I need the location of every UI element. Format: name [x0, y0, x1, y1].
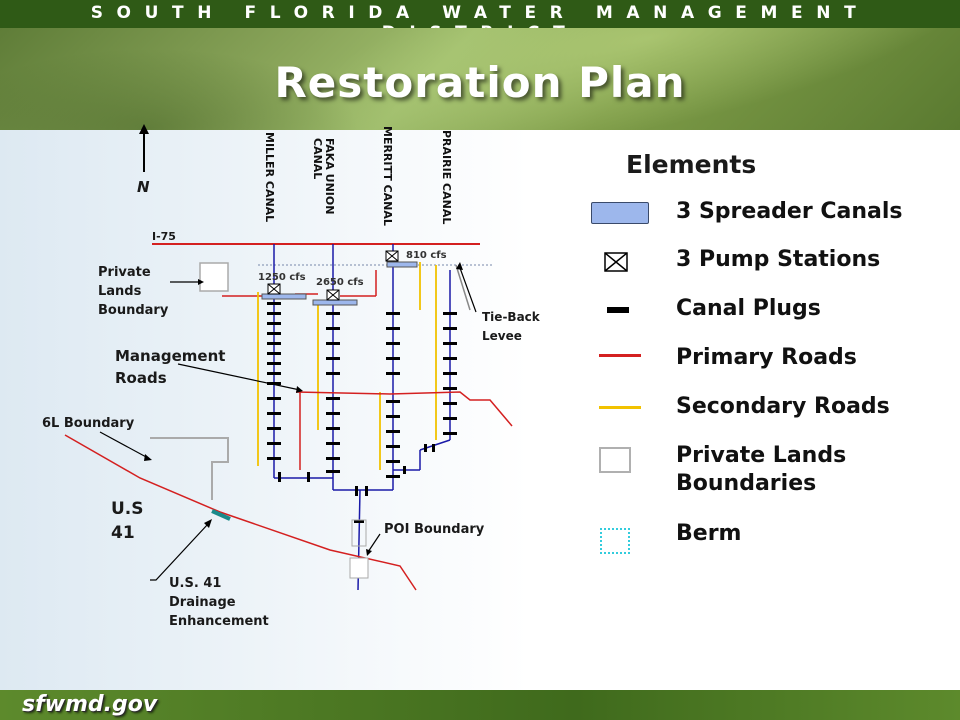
canal-name-miller: MILLER CANAL: [263, 132, 276, 222]
spreader-canal: [261, 293, 307, 300]
north-label: N: [137, 178, 150, 196]
secondary-roads: [257, 262, 437, 470]
us41-drainage-label: U.S. 41 Drainage Enhancement: [169, 576, 269, 629]
spreader-canal: [312, 299, 358, 306]
canal-name-merritt: MERRITT CANAL: [381, 126, 394, 226]
pointer-arrowheads: [144, 262, 463, 556]
canal-plug-bar: [607, 307, 629, 313]
spreader-canal: [386, 261, 418, 268]
6l-boundary-label: 6L Boundary: [42, 416, 135, 431]
secondary-road-line: [599, 406, 641, 409]
tie-back-levee-label: Tie-Back Levee: [482, 310, 540, 343]
legend-label-private-lands: Private Lands Boundaries: [676, 443, 847, 496]
legend-label-secondary-roads: Secondary Roads: [676, 394, 890, 419]
legend-label-berm: Berm: [676, 521, 742, 546]
us41-label: U.S 41: [111, 499, 144, 543]
canal-name-prairie: PRAIRIE CANAL: [440, 130, 453, 224]
berm-dotted-box: [600, 528, 630, 554]
top-banner-bar: SOUTH FLORIDA WATER MANAGEMENT DISTRICT: [0, 0, 960, 43]
legend-title: Elements: [626, 150, 757, 179]
spreader-canal-swatch: [591, 202, 649, 224]
page-title: Restoration Plan: [274, 58, 686, 107]
i75-label: I-75: [152, 230, 176, 243]
legend-label-pump-stations: 3 Pump Stations: [676, 247, 881, 272]
sfwmd-logo[interactable]: sfwmd.gov: [22, 692, 157, 717]
legend-label-spreader-canals: 3 Spreader Canals: [676, 199, 903, 224]
flow-label-faka-union: 2650 cfs: [316, 277, 364, 288]
private-lands-box: [199, 262, 229, 292]
legend-label-primary-roads: Primary Roads: [676, 345, 857, 370]
poi-boundary-label: POI Boundary: [384, 522, 485, 537]
private-lands-label: Private Lands Boundary: [98, 265, 169, 318]
primary-road-line: [599, 354, 641, 357]
canal-name-faka-union: FAKA UNIONCANAL: [311, 138, 336, 214]
flow-label-miller: 1250 cfs: [258, 272, 306, 283]
management-roads-label: Management Roads: [115, 347, 226, 387]
restoration-map: 1250 cfs 2650 cfs 810 cfs MILLER CANAL F…: [64, 124, 513, 591]
pump-station-symbol: [604, 252, 628, 276]
legend-label-canal-plugs: Canal Plugs: [676, 296, 821, 321]
private-lands-box: [599, 447, 631, 473]
poi-boundary-box: [349, 557, 369, 579]
north-arrow-head: [139, 124, 149, 134]
6l-boundary: [150, 437, 229, 500]
flow-label-merritt: 810 cfs: [406, 250, 447, 261]
tie-back-levee: [455, 264, 471, 311]
